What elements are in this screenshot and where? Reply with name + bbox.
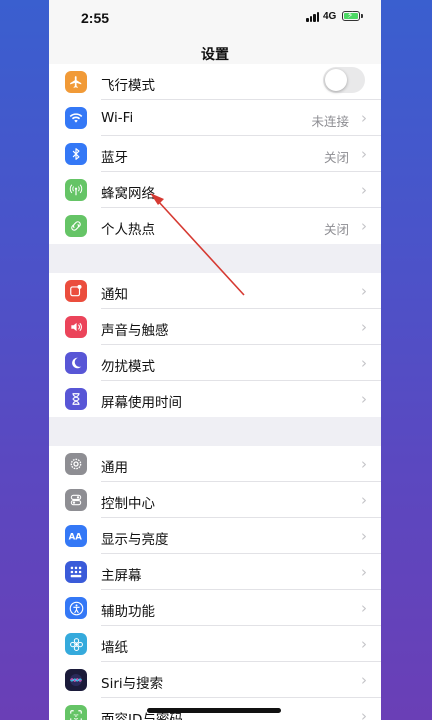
- page-title: 设置: [201, 47, 229, 63]
- airplane-icon: [65, 71, 87, 93]
- settings-row-label: Siri与搜索: [101, 676, 164, 692]
- settings-row-label: 声音与触感: [101, 323, 169, 339]
- settings-row-value: 关闭: [323, 150, 349, 165]
- settings-row-do-not-disturb[interactable]: 勿扰模式 ›: [49, 345, 381, 381]
- settings-row-bluetooth[interactable]: 蓝牙 关闭 ›: [49, 136, 381, 172]
- chevron-right-icon: ›: [361, 109, 367, 127]
- chevron-right-icon: ›: [361, 635, 367, 653]
- settings-group-connectivity: 飞行模式 Wi-Fi 未连接 › 蓝牙 关闭 › 蜂窝网络 › 个人热点 关闭 …: [49, 64, 381, 244]
- settings-row-sound[interactable]: 声音与触感 ›: [49, 309, 381, 345]
- wifi-icon: [65, 107, 87, 129]
- settings-row-general[interactable]: 通用 ›: [49, 446, 381, 482]
- settings-row-display[interactable]: AA 显示与亮度 ›: [49, 518, 381, 554]
- chevron-right-icon: ›: [361, 354, 367, 372]
- chevron-right-icon: ›: [361, 671, 367, 689]
- chevron-right-icon: ›: [361, 599, 367, 617]
- settings-row-value: 未连接: [311, 114, 349, 129]
- settings-row-accessibility[interactable]: 辅助功能 ›: [49, 590, 381, 626]
- status-time: 2:55: [81, 10, 110, 26]
- settings-row-control-center[interactable]: 控制中心 ›: [49, 482, 381, 518]
- sound-icon: [65, 316, 87, 338]
- settings-row-label: Wi-Fi: [101, 110, 134, 126]
- settings-row-label: 控制中心: [101, 496, 155, 512]
- chevron-right-icon: ›: [361, 527, 367, 545]
- settings-row-wallpaper[interactable]: 墙纸 ›: [49, 626, 381, 662]
- hourglass-icon: [65, 388, 87, 410]
- bluetooth-icon: [65, 143, 87, 165]
- settings-group-general: 通用 › 控制中心 › AA 显示与亮度 › 主屏幕 › 辅助功能 › 墙纸 ›…: [49, 446, 381, 720]
- settings-row-label: 通知: [101, 287, 128, 303]
- toggle-knob: [325, 69, 347, 91]
- settings-row-label: 个人热点: [101, 222, 155, 238]
- settings-row-airplane: 飞行模式: [49, 64, 381, 100]
- faceid-icon: [65, 705, 87, 720]
- settings-row-label: 显示与亮度: [101, 532, 169, 548]
- settings-row-home-screen[interactable]: 主屏幕 ›: [49, 554, 381, 590]
- chevron-right-icon: ›: [361, 181, 367, 199]
- settings-group-notifications: 通知 › 声音与触感 › 勿扰模式 › 屏幕使用时间 ›: [49, 273, 381, 417]
- chevron-right-icon: ›: [361, 318, 367, 336]
- settings-row-notifications[interactable]: 通知 ›: [49, 273, 381, 309]
- settings-screen: 2:55 4G ⚡ 设置 飞行模式 Wi-Fi 未连接 › 蓝牙 关闭 › 蜂窝…: [49, 0, 381, 720]
- cellular-icon: [65, 179, 87, 201]
- siri-icon: [65, 669, 87, 691]
- chevron-right-icon: ›: [361, 217, 367, 235]
- settings-row-cellular[interactable]: 蜂窝网络 ›: [49, 172, 381, 208]
- accessibility-icon: [65, 597, 87, 619]
- notifications-icon: [65, 280, 87, 302]
- home-grid-icon: [65, 561, 87, 583]
- chevron-right-icon: ›: [361, 145, 367, 163]
- settings-row-label: 勿扰模式: [101, 359, 155, 375]
- hotspot-icon: [65, 215, 87, 237]
- text-size-icon: AA: [65, 525, 87, 547]
- status-bar: 2:55 4G ⚡: [49, 0, 381, 36]
- chevron-right-icon: ›: [361, 390, 367, 408]
- switches-icon: [65, 489, 87, 511]
- home-indicator[interactable]: [147, 708, 281, 713]
- flower-icon: [65, 633, 87, 655]
- settings-row-label: 蜂窝网络: [101, 186, 155, 202]
- settings-row-label: 蓝牙: [101, 150, 128, 166]
- signal-strength-icon: [306, 11, 319, 22]
- chevron-right-icon: ›: [361, 563, 367, 581]
- battery-tip: [361, 14, 363, 18]
- settings-row-label: 辅助功能: [101, 604, 155, 620]
- settings-row-label: 主屏幕: [101, 568, 142, 584]
- network-type: 4G: [323, 11, 337, 22]
- settings-row-wifi[interactable]: Wi-Fi 未连接 ›: [49, 100, 381, 136]
- chevron-right-icon: ›: [361, 455, 367, 473]
- settings-row-label: 通用: [101, 460, 128, 476]
- settings-row-label: 飞行模式: [101, 78, 155, 94]
- gear-icon: [65, 453, 87, 475]
- settings-row-value: 关闭: [323, 222, 349, 237]
- settings-row-siri[interactable]: Siri与搜索 ›: [49, 662, 381, 698]
- battery-icon: ⚡: [342, 11, 360, 21]
- settings-row-screen-time[interactable]: 屏幕使用时间 ›: [49, 381, 381, 417]
- settings-row-label: 屏幕使用时间: [101, 395, 182, 411]
- settings-row-hotspot[interactable]: 个人热点 关闭 ›: [49, 208, 381, 244]
- chevron-right-icon: ›: [361, 707, 367, 720]
- airplane-mode-toggle[interactable]: [323, 67, 365, 93]
- moon-icon: [65, 352, 87, 374]
- chevron-right-icon: ›: [361, 491, 367, 509]
- settings-row-label: 墙纸: [101, 640, 128, 656]
- chevron-right-icon: ›: [361, 282, 367, 300]
- svg-text:AA: AA: [69, 532, 83, 542]
